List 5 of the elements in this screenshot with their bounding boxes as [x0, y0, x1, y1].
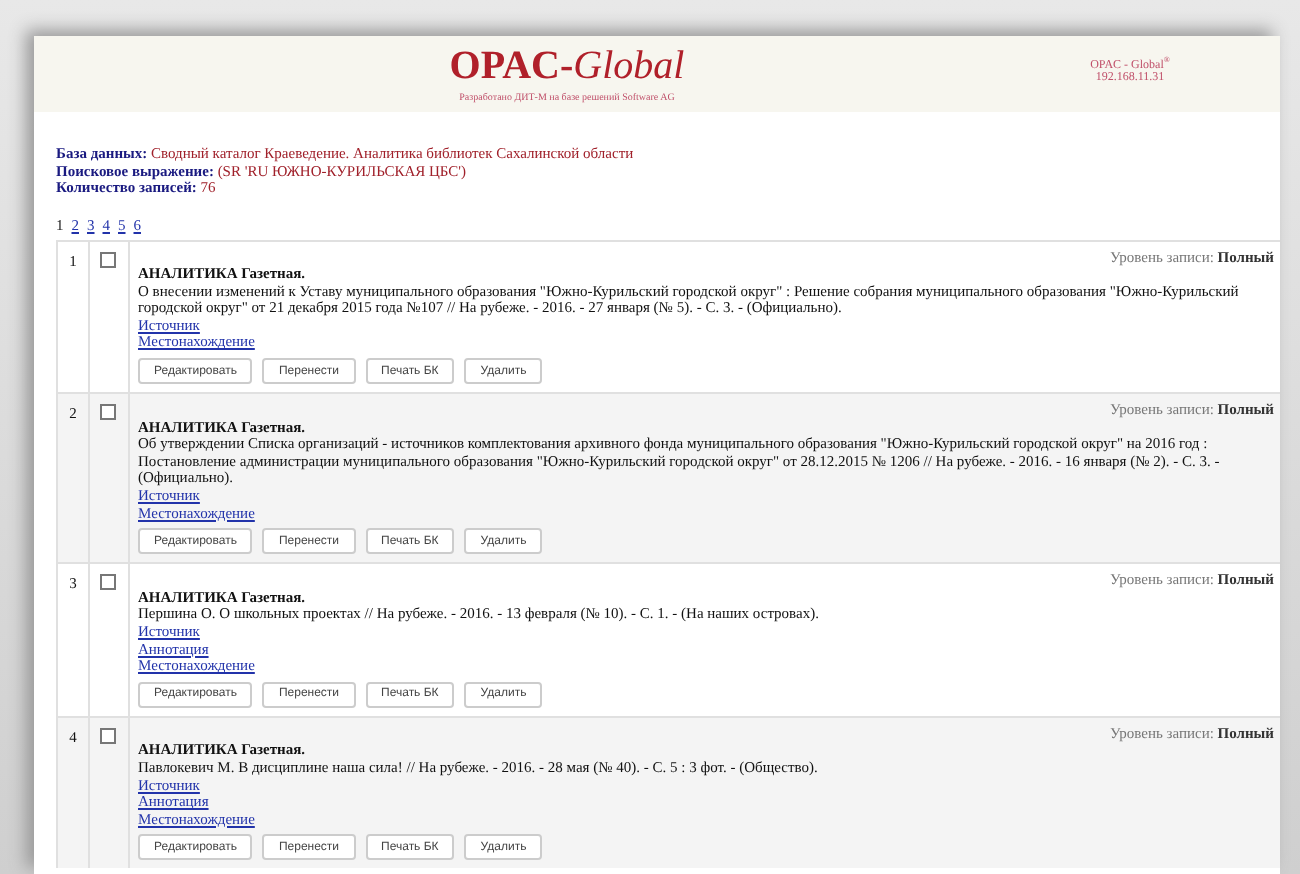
checkbox[interactable] — [100, 574, 116, 591]
checkbox[interactable] — [100, 251, 116, 267]
checkbox[interactable] — [100, 404, 116, 421]
logo-title: OPAC-Global — [449, 44, 685, 88]
checkbox[interactable] — [100, 727, 116, 744]
